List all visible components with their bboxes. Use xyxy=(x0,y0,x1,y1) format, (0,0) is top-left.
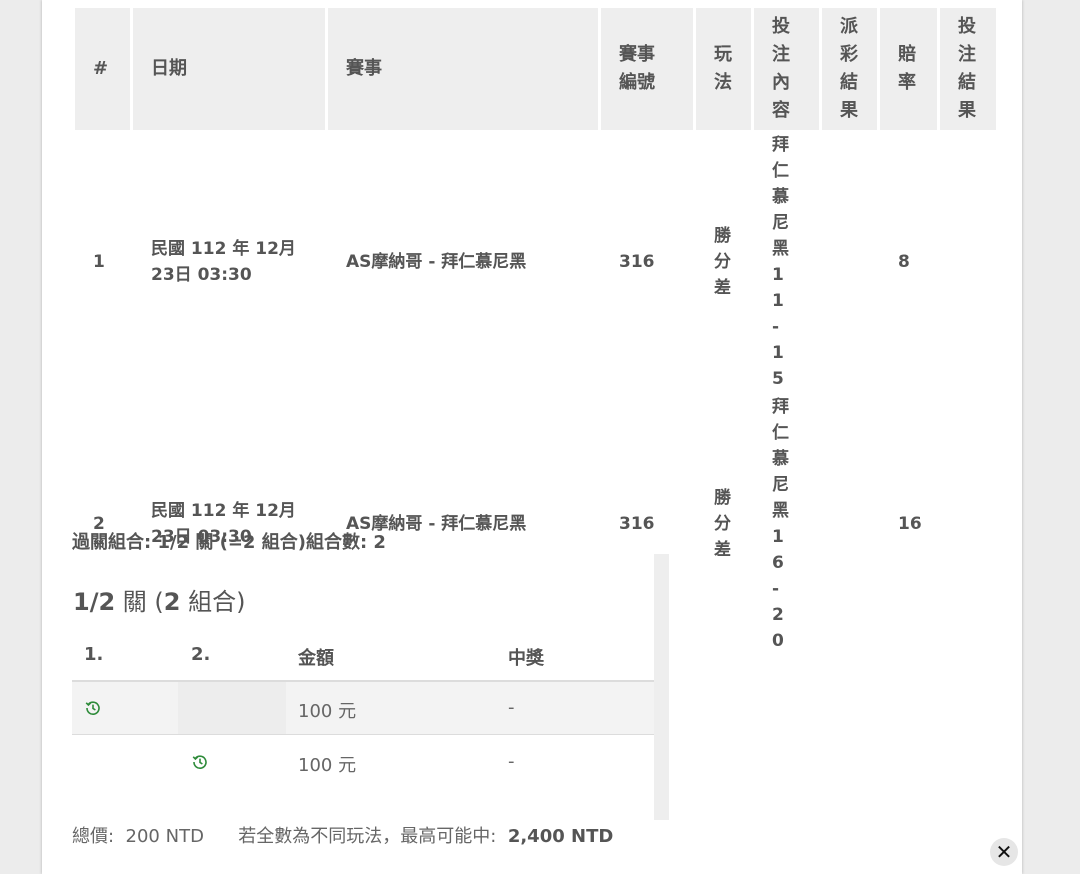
combo-header-prize: 中獎 xyxy=(508,648,544,669)
header-bet-content: 投注內容 xyxy=(772,16,790,121)
combo-row-amount: 100 元 xyxy=(298,701,357,722)
row-result xyxy=(940,394,996,654)
combo-row-prize: - xyxy=(508,697,515,718)
combo-header-row: 1. 2. 金額 中獎 xyxy=(72,634,654,682)
row-match-no: 316 xyxy=(619,252,655,272)
row-play: 勝分差 xyxy=(714,226,731,298)
row-payout xyxy=(822,394,877,654)
header-odds: 賠率 xyxy=(898,44,916,93)
clock-history-icon[interactable] xyxy=(85,700,101,716)
row-play: 勝分差 xyxy=(714,488,731,560)
combo-title-pass: 1/2 xyxy=(73,588,116,616)
combo-title: 1/2 關 (2 組合) xyxy=(73,582,246,617)
max-win-label: 若全數為不同玩法，最高可能中: xyxy=(238,826,497,847)
row-odds: 16 xyxy=(898,514,922,534)
total-value: 200 NTD xyxy=(125,826,204,847)
row-odds: 8 xyxy=(898,252,910,272)
combo-panel: 1/2 關 (2 組合) 1. 2. 金額 中獎 100 元 - 100 元 - xyxy=(72,554,654,820)
row-date-line2: 23日 03:30 xyxy=(151,265,252,285)
row-payout xyxy=(822,132,877,392)
header-date: 日期 xyxy=(133,8,325,130)
combo-title-count: 2 xyxy=(163,588,181,616)
combo-title-end: 組合) xyxy=(180,588,246,616)
combo-summary: 過關組合: 1/2 關 (=2 組合)組合數: 2 xyxy=(72,532,386,553)
table-header-row: # 日期 賽事 賽事編號 玩法 投注內容 派彩結果 賠率 投注結果 xyxy=(75,8,996,130)
table-row: 1 民國 112 年 12月 23日 03:30 AS摩納哥 - 拜仁慕尼黑 31… xyxy=(75,132,996,392)
row-date-line1: 民國 112 年 12月 xyxy=(151,501,296,521)
combo-scrollbar[interactable] xyxy=(654,554,669,820)
combo-row-prize: - xyxy=(508,751,515,772)
row-result xyxy=(940,132,996,392)
header-match: 賽事 xyxy=(328,8,598,130)
total-label: 總價: xyxy=(72,826,115,847)
header-index: # xyxy=(75,8,130,130)
footer-summary: 總價: 200 NTD 若全數為不同玩法，最高可能中: 2,400 NTD xyxy=(72,822,613,848)
combo-title-mid: 關 ( xyxy=(115,588,164,616)
header-result: 投注結果 xyxy=(958,16,976,121)
header-play: 玩法 xyxy=(714,44,732,93)
clock-history-icon[interactable] xyxy=(192,754,208,770)
max-win-value: 2,400 NTD xyxy=(507,826,614,847)
row-bet-content: 拜仁慕尼黑16-20 xyxy=(772,397,789,651)
combo-header-leg1: 1. xyxy=(84,644,104,665)
row-date-line1: 民國 112 年 12月 xyxy=(151,239,296,259)
header-payout: 派彩結果 xyxy=(840,16,858,121)
combo-row: 100 元 - xyxy=(72,736,654,788)
close-icon[interactable]: ✕ xyxy=(990,838,1018,866)
row-match: AS摩納哥 - 拜仁慕尼黑 xyxy=(346,252,527,272)
combo-header-amount: 金額 xyxy=(298,648,334,669)
row-date: 民國 112 年 12月 23日 03:30 xyxy=(133,132,325,392)
combo-row-amount: 100 元 xyxy=(298,755,357,776)
row-index: 1 xyxy=(93,252,105,272)
combo-row: 100 元 - xyxy=(72,682,654,735)
bet-detail-panel: # 日期 賽事 賽事編號 玩法 投注內容 派彩結果 賠率 投注結果 1 民國 1… xyxy=(42,0,1022,874)
combo-header-leg2: 2. xyxy=(191,644,211,665)
row-bet-content: 拜仁慕尼黑11-15 xyxy=(772,135,789,389)
header-match-no: 賽事編號 xyxy=(619,44,655,93)
